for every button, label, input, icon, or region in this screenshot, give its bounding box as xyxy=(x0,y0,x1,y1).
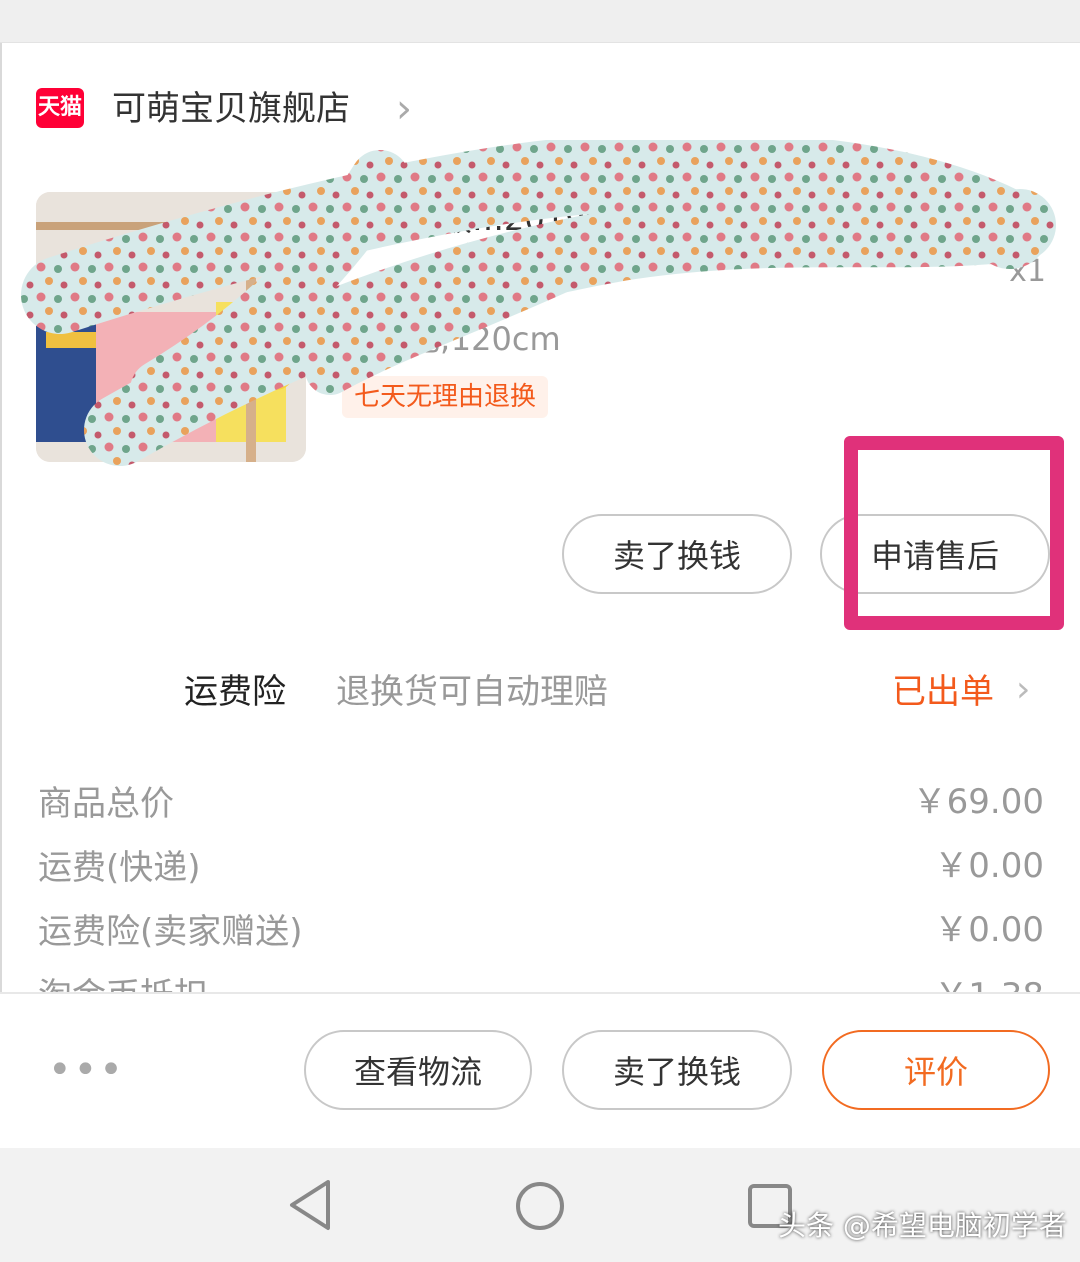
store-name-link[interactable]: 可萌宝贝旗舰店 xyxy=(112,86,350,132)
price-row-partial: 淘金币抵扣 ￥1.38 xyxy=(0,960,1080,992)
price-row-label: 运费险(卖家赠送) xyxy=(38,912,303,952)
shipping-insurance-title: 运费险 xyxy=(184,672,286,712)
price-row-value: ￥69.00 xyxy=(912,782,1044,822)
shipping-insurance-status[interactable]: 已出单 xyxy=(892,668,994,716)
watermark: 头条 @希望电脑初学者 xyxy=(778,1209,1067,1242)
product-thumbnail[interactable] xyxy=(36,192,306,462)
shipping-insurance-desc: 退换货可自动理赔 xyxy=(336,672,608,712)
sell-for-cash-button[interactable]: 卖了换钱 xyxy=(562,1030,792,1110)
chevron-right-icon[interactable]: › xyxy=(1016,666,1030,714)
price-row-label: 淘金币抵扣 xyxy=(38,972,208,992)
more-options-icon[interactable]: ••• xyxy=(48,1050,125,1090)
sell-for-cash-button[interactable]: 卖了换钱 xyxy=(562,514,792,594)
product-photo xyxy=(36,192,306,462)
return-policy-badge: 七天无理由退换 xyxy=(342,376,549,418)
top-bar xyxy=(0,0,1080,43)
price-row-value: ￥1.38 xyxy=(934,972,1044,992)
price-row-value: ￥0.00 xyxy=(934,910,1044,950)
price-row-label: 运费(快递) xyxy=(38,848,201,888)
price-row-label: 商品总价 xyxy=(38,784,174,824)
product-quantity: x1 xyxy=(1009,254,1046,289)
product-price: 0 xyxy=(1024,200,1046,240)
highlight-annotation xyxy=(844,436,1064,630)
view-logistics-button[interactable]: 查看物流 xyxy=(304,1030,532,1110)
tmall-logo-icon: 天猫 xyxy=(36,88,84,128)
product-sku: 粉红色;120cm xyxy=(344,320,561,358)
review-button[interactable]: 评价 xyxy=(822,1030,1050,1110)
product-title[interactable]: …明其版…2019新… xyxy=(344,196,1044,242)
home-icon[interactable] xyxy=(514,1180,566,1232)
back-icon[interactable] xyxy=(286,1178,334,1232)
chevron-right-icon[interactable]: › xyxy=(396,86,412,132)
price-row-value: ￥0.00 xyxy=(934,846,1044,886)
